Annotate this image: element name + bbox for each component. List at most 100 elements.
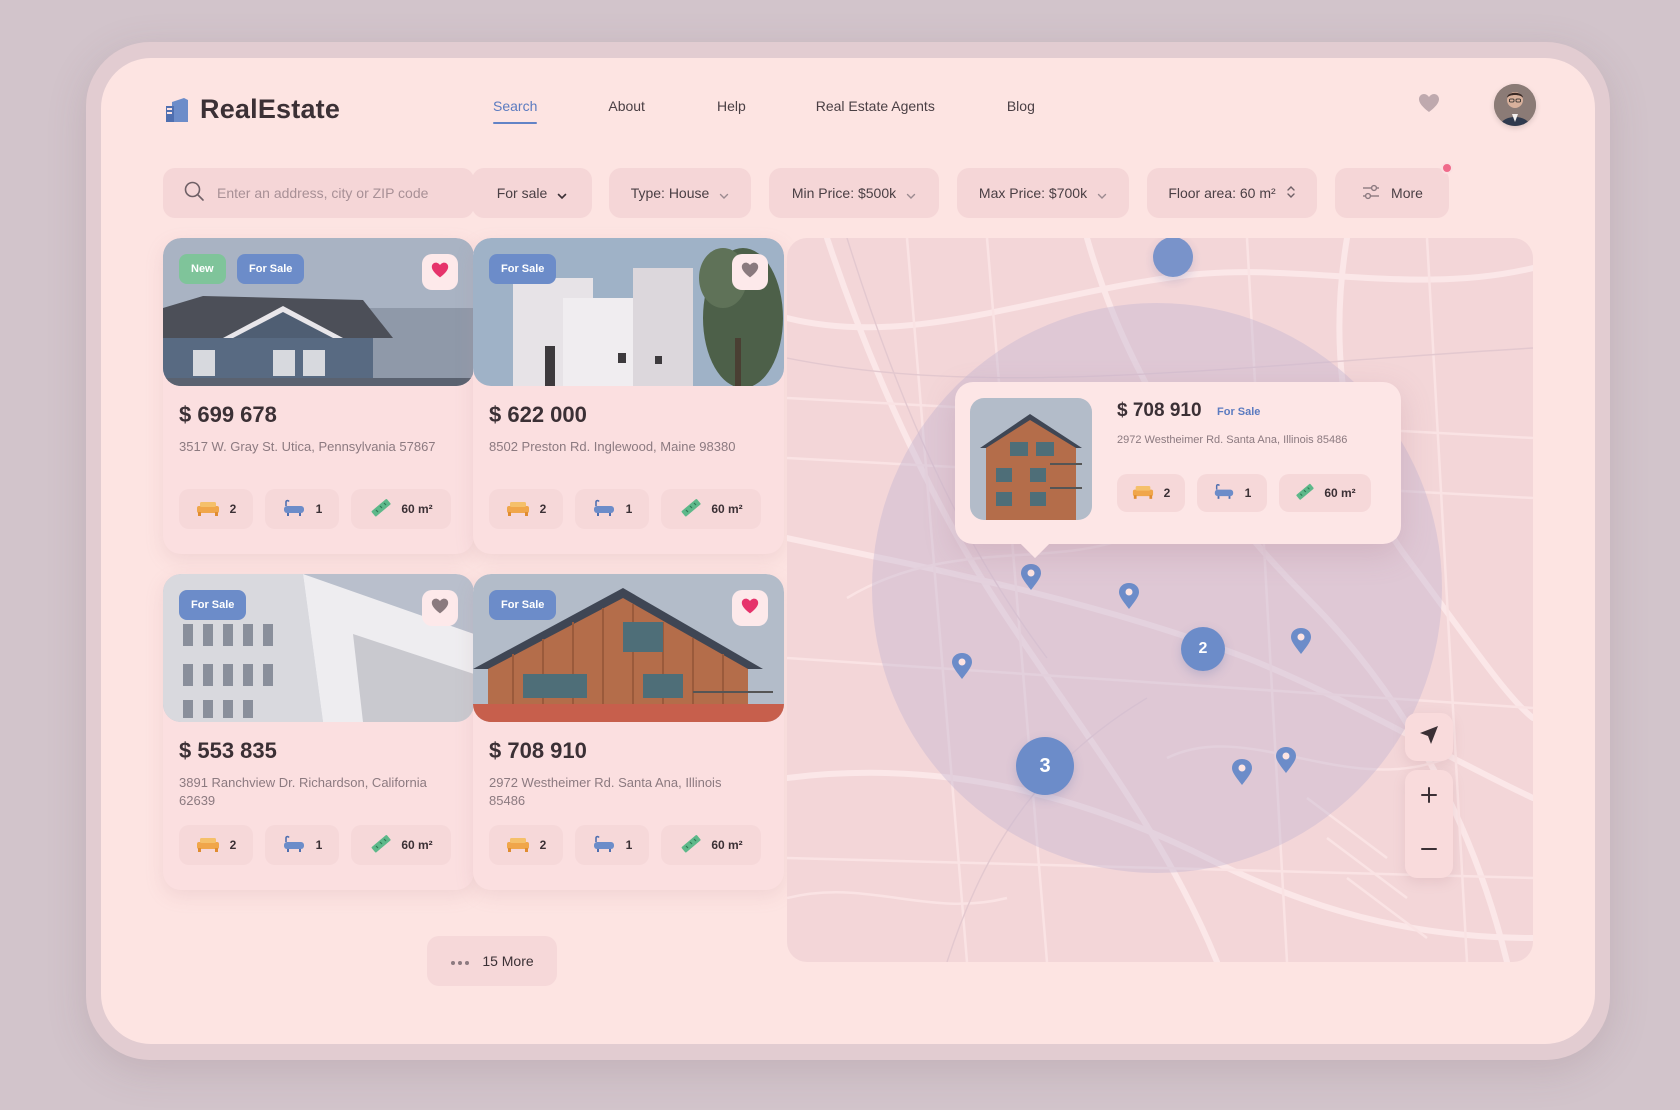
map-listing-popup[interactable]: $ 708 910 For Sale 2972 Westheimer Rd. S… (955, 382, 1401, 544)
bath-icon (282, 835, 306, 856)
bathrooms-value: 1 (315, 838, 323, 852)
map-cluster[interactable]: 3 (1016, 737, 1074, 795)
bath-icon (592, 835, 616, 856)
bathrooms-value: 1 (1244, 486, 1252, 500)
map-pin-icon[interactable] (1290, 627, 1312, 655)
zoom-controls (1405, 770, 1453, 878)
listing-stats: 2 1 60 m² (489, 825, 761, 865)
bedrooms-stat: 2 (1117, 474, 1185, 512)
ruler-icon (1294, 482, 1314, 505)
nav-real-estate-agents[interactable]: Real Estate Agents (816, 98, 935, 124)
nav-search[interactable]: Search (493, 98, 538, 124)
heart-icon (740, 597, 760, 620)
bed-icon (1132, 484, 1154, 502)
bedrooms-value: 2 (229, 838, 237, 852)
area-stat: 60 m² (1279, 474, 1371, 512)
app-window: RealEstate Search About Help Real Estate… (101, 58, 1595, 1044)
nav-blog[interactable]: Blog (1007, 98, 1035, 124)
logo-icon (164, 96, 190, 124)
bed-icon (506, 836, 530, 855)
floor-area-label: Floor area: 60 m² (1168, 185, 1276, 201)
popup-price: $ 708 910 (1117, 400, 1202, 421)
sort-icon (1286, 184, 1296, 203)
popup-photo (970, 398, 1092, 520)
load-more-button[interactable]: 15 More (427, 936, 557, 986)
max-price-dropdown[interactable]: Max Price: $700k (957, 168, 1129, 218)
dots-icon (450, 953, 470, 969)
listing-stats: 2 1 60 m² (179, 825, 451, 865)
bathrooms-stat: 1 (575, 489, 649, 529)
area-value: 60 m² (1324, 486, 1356, 500)
listing-price: $ 553 835 (179, 738, 277, 763)
popup-stats: 2 1 60 m² (1117, 474, 1371, 512)
favorite-button[interactable] (422, 254, 458, 290)
map-pin-icon[interactable] (1118, 582, 1140, 610)
load-more-label: 15 More (482, 953, 534, 969)
plus-icon[interactable] (1420, 786, 1438, 809)
floor-area-stepper[interactable]: Floor area: 60 m² (1147, 168, 1317, 218)
for-sale-badge: For Sale (237, 254, 305, 284)
bathrooms-stat: 1 (1197, 474, 1267, 512)
min-price-label: Min Price: $500k (791, 185, 897, 201)
bedrooms-value: 2 (539, 502, 547, 516)
bedrooms-stat: 2 (179, 489, 253, 529)
popup-address: 2972 Westheimer Rd. Santa Ana, Illinois … (1117, 434, 1348, 446)
map-pin-icon[interactable] (951, 652, 973, 680)
listing-type-dropdown[interactable]: For sale (472, 168, 592, 218)
nav-help[interactable]: Help (717, 98, 746, 124)
heart-icon (430, 597, 450, 620)
new-badge: New (179, 254, 226, 284)
bathrooms-value: 1 (625, 838, 633, 852)
listing-card[interactable]: For Sale $ 553 835 3891 Ranchview Dr. Ri… (163, 574, 474, 890)
search-input[interactable] (217, 185, 467, 201)
bedrooms-stat: 2 (489, 825, 563, 865)
heart-icon[interactable] (1417, 92, 1441, 114)
chevron-down-icon (557, 188, 567, 200)
minus-icon[interactable] (1420, 840, 1438, 863)
ruler-icon (679, 833, 701, 858)
bed-icon (506, 500, 530, 519)
listing-card[interactable]: For Sale $ 622 000 8502 Preston Rd. Ingl… (473, 238, 784, 554)
bathrooms-value: 1 (315, 502, 323, 516)
bedrooms-stat: 2 (179, 825, 253, 865)
listing-address: 2972 Westheimer Rd. Santa Ana, Illinois … (489, 775, 722, 808)
area-stat: 60 m² (661, 489, 761, 529)
map-cluster[interactable]: 2 (1181, 627, 1225, 671)
ruler-icon (679, 497, 701, 522)
listing-card[interactable]: For Sale $ 708 910 2972 Westheimer Rd. S… (473, 574, 784, 890)
favorite-button[interactable] (732, 254, 768, 290)
filter-sliders-icon (1361, 183, 1381, 204)
bedrooms-value: 2 (229, 502, 237, 516)
favorite-button[interactable] (732, 590, 768, 626)
avatar[interactable] (1494, 84, 1536, 126)
chevron-down-icon (1097, 188, 1107, 199)
area-stat: 60 m² (351, 489, 451, 529)
bed-icon (196, 836, 220, 855)
app-title: RealEstate (200, 94, 341, 124)
main-nav: Search About Help Real Estate Agents Blo… (493, 98, 1106, 124)
property-type-dropdown[interactable]: Type: House (609, 168, 751, 218)
favorite-button[interactable] (422, 590, 458, 626)
map-cluster-partial[interactable] (1153, 238, 1193, 277)
listing-stats: 2 1 60 m² (179, 489, 451, 529)
logo[interactable]: RealEstate (164, 94, 340, 125)
nav-about[interactable]: About (608, 98, 645, 124)
area-stat: 60 m² (351, 825, 451, 865)
locate-button[interactable] (1405, 713, 1453, 761)
map[interactable]: 2 3 (787, 238, 1533, 962)
chevron-down-icon (719, 188, 729, 199)
area-value: 60 m² (401, 502, 433, 516)
min-price-dropdown[interactable]: Min Price: $500k (769, 168, 939, 218)
listing-card[interactable]: New For Sale $ 699 678 3517 W. Gray St. … (163, 238, 474, 554)
map-pin-icon[interactable] (1275, 746, 1297, 774)
bath-icon (1213, 483, 1235, 503)
listing-address: 3517 W. Gray St. Utica, Pennsylvania 578… (179, 439, 436, 454)
bedrooms-value: 2 (539, 838, 547, 852)
for-sale-badge: For Sale (489, 254, 557, 284)
map-pin-icon[interactable] (1231, 758, 1253, 786)
listing-price: $ 622 000 (489, 402, 587, 427)
map-pin-icon[interactable] (1020, 563, 1042, 591)
heart-icon (430, 261, 450, 284)
search-box (163, 168, 474, 218)
more-filters-button[interactable]: More (1335, 162, 1453, 218)
